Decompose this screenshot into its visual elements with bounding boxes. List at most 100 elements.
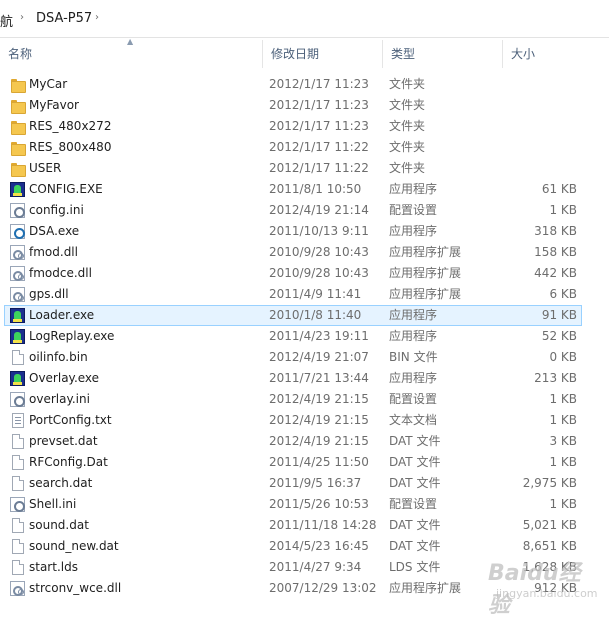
- file-size: 1 KB: [549, 392, 577, 406]
- file-row[interactable]: USER 2012/1/17 11:22 文件夹: [4, 158, 582, 179]
- file-date: 2011/4/23 19:11: [269, 329, 369, 343]
- file-size: 6 KB: [549, 287, 577, 301]
- breadcrumb-item-parent[interactable]: 航: [0, 11, 13, 30]
- chevron-right-icon[interactable]: ›: [20, 12, 24, 23]
- file-name: Loader.exe: [29, 308, 95, 322]
- file-name: fmodce.dll: [29, 266, 92, 280]
- file-row[interactable]: search.dat 2011/9/5 16:37 DAT 文件 2,975 KB: [4, 473, 582, 494]
- file-type: 应用程序扩展: [389, 287, 462, 301]
- file-row[interactable]: fmod.dll 2010/9/28 10:43 应用程序扩展 158 KB: [4, 242, 582, 263]
- exe-icon: [10, 182, 25, 197]
- file-size: 213 KB: [534, 371, 577, 385]
- column-header-type[interactable]: 类型: [382, 40, 502, 68]
- file-row[interactable]: overlay.ini 2012/4/19 21:15 配置设置 1 KB: [4, 389, 582, 410]
- file-date: 2012/4/19 21:14: [269, 203, 369, 217]
- file-date: 2011/11/18 14:28: [269, 518, 377, 532]
- file-type: 应用程序: [389, 308, 438, 322]
- file-size: 158 KB: [534, 245, 577, 259]
- file-size: 61 KB: [541, 182, 577, 196]
- file-type: DAT 文件: [389, 434, 441, 448]
- file-size: 318 KB: [534, 224, 577, 238]
- file-name: sound_new.dat: [29, 539, 119, 553]
- column-header-name[interactable]: ▲ 名称: [0, 37, 262, 68]
- file-row[interactable]: sound_new.dat 2014/5/23 16:45 DAT 文件 8,651 …: [4, 536, 582, 557]
- column-header-size[interactable]: 大小: [502, 40, 582, 68]
- file-row[interactable]: prevset.dat 2012/4/19 21:15 DAT 文件 3 KB: [4, 431, 582, 452]
- column-header-bar: ▲ 名称 修改日期 类型 大小: [0, 37, 609, 68]
- folder-icon: [10, 98, 26, 114]
- file-name: fmod.dll: [29, 245, 78, 259]
- file-type: 配置设置: [389, 497, 438, 511]
- file-date: 2011/8/1 10:50: [269, 182, 362, 196]
- file-name: CONFIG.EXE: [29, 182, 103, 196]
- file-name: USER: [29, 161, 62, 175]
- file-type: DAT 文件: [389, 476, 441, 490]
- file-row[interactable]: MyFavor 2012/1/17 11:23 文件夹: [4, 95, 582, 116]
- file-type: 文件夹: [389, 77, 426, 91]
- file-type: 应用程序扩展: [389, 266, 462, 280]
- ini-icon: [10, 392, 25, 407]
- file-size: 52 KB: [541, 329, 577, 343]
- file-row[interactable]: LogReplay.exe 2011/4/23 19:11 应用程序 52 KB: [4, 326, 582, 347]
- txt-icon: [12, 413, 24, 428]
- file-icon: [12, 350, 24, 365]
- exe-icon: [10, 329, 25, 344]
- file-row[interactable]: DSA.exe 2011/10/13 9:11 应用程序 318 KB: [4, 221, 582, 242]
- file-row[interactable]: fmodce.dll 2010/9/28 10:43 应用程序扩展 442 KB: [4, 263, 582, 284]
- file-row[interactable]: oilinfo.bin 2012/4/19 21:07 BIN 文件 0 KB: [4, 347, 582, 368]
- file-row[interactable]: RFConfig.Dat 2011/4/25 11:50 DAT 文件 1 KB: [4, 452, 582, 473]
- file-date: 2012/4/19 21:15: [269, 413, 369, 427]
- file-name: config.ini: [29, 203, 84, 217]
- file-date: 2010/9/28 10:43: [269, 245, 369, 259]
- file-row[interactable]: Loader.exe 2010/1/8 11:40 应用程序 91 KB: [4, 305, 582, 326]
- file-row[interactable]: start.lds 2011/4/27 9:34 LDS 文件 1,628 KB: [4, 557, 582, 578]
- file-date: 2012/1/17 11:22: [269, 161, 369, 175]
- column-header-date[interactable]: 修改日期: [262, 40, 382, 68]
- folder-icon: [10, 140, 26, 156]
- file-type: 应用程序: [389, 329, 438, 343]
- file-type: 配置设置: [389, 203, 438, 217]
- file-date: 2012/1/17 11:23: [269, 77, 369, 91]
- file-row[interactable]: RES_800x480 2012/1/17 11:22 文件夹: [4, 137, 582, 158]
- file-row[interactable]: CONFIG.EXE 2011/8/1 10:50 应用程序 61 KB: [4, 179, 582, 200]
- file-type: LDS 文件: [389, 560, 441, 574]
- file-date: 2011/5/26 10:53: [269, 497, 369, 511]
- file-name: RES_800x480: [29, 140, 112, 154]
- chevron-right-icon[interactable]: ›: [95, 12, 99, 23]
- file-row[interactable]: MyCar 2012/1/17 11:23 文件夹: [4, 74, 582, 95]
- column-header-size-label: 大小: [511, 47, 536, 61]
- file-date: 2011/9/5 16:37: [269, 476, 362, 490]
- file-icon: [12, 518, 24, 533]
- file-size: 1 KB: [549, 497, 577, 511]
- file-name: MyCar: [29, 77, 68, 91]
- file-row[interactable]: RES_480x272 2012/1/17 11:23 文件夹: [4, 116, 582, 137]
- file-row[interactable]: config.ini 2012/4/19 21:14 配置设置 1 KB: [4, 200, 582, 221]
- dll-icon: [10, 266, 25, 281]
- dll-icon: [10, 245, 25, 260]
- file-name: RFConfig.Dat: [29, 455, 108, 469]
- file-size: 0 KB: [549, 350, 577, 364]
- ini-icon: [10, 497, 25, 512]
- folder-icon: [10, 77, 26, 93]
- file-row[interactable]: sound.dat 2011/11/18 14:28 DAT 文件 5,021 KB: [4, 515, 582, 536]
- file-type: BIN 文件: [389, 350, 438, 364]
- file-type: DAT 文件: [389, 518, 441, 532]
- file-date: 2010/9/28 10:43: [269, 266, 369, 280]
- column-header-name-label: 名称: [8, 47, 33, 61]
- file-row[interactable]: strconv_wce.dll 2007/12/29 13:02 应用程序扩展 912…: [4, 578, 582, 599]
- file-name: MyFavor: [29, 98, 79, 112]
- file-date: 2012/4/19 21:15: [269, 392, 369, 406]
- file-row[interactable]: Overlay.exe 2011/7/21 13:44 应用程序 213 KB: [4, 368, 582, 389]
- file-date: 2012/4/19 21:07: [269, 350, 369, 364]
- file-icon: [12, 539, 24, 554]
- file-row[interactable]: PortConfig.txt 2012/4/19 21:15 文本文档 1 KB: [4, 410, 582, 431]
- breadcrumb-item-current[interactable]: DSA-P57: [36, 11, 92, 26]
- file-name: prevset.dat: [29, 434, 98, 448]
- file-type: DAT 文件: [389, 539, 441, 553]
- file-name: DSA.exe: [29, 224, 80, 238]
- file-icon: [12, 476, 24, 491]
- file-name: gps.dll: [29, 287, 69, 301]
- file-row[interactable]: Shell.ini 2011/5/26 10:53 配置设置 1 KB: [4, 494, 582, 515]
- file-row[interactable]: gps.dll 2011/4/9 11:41 应用程序扩展 6 KB: [4, 284, 582, 305]
- file-size: 442 KB: [534, 266, 577, 280]
